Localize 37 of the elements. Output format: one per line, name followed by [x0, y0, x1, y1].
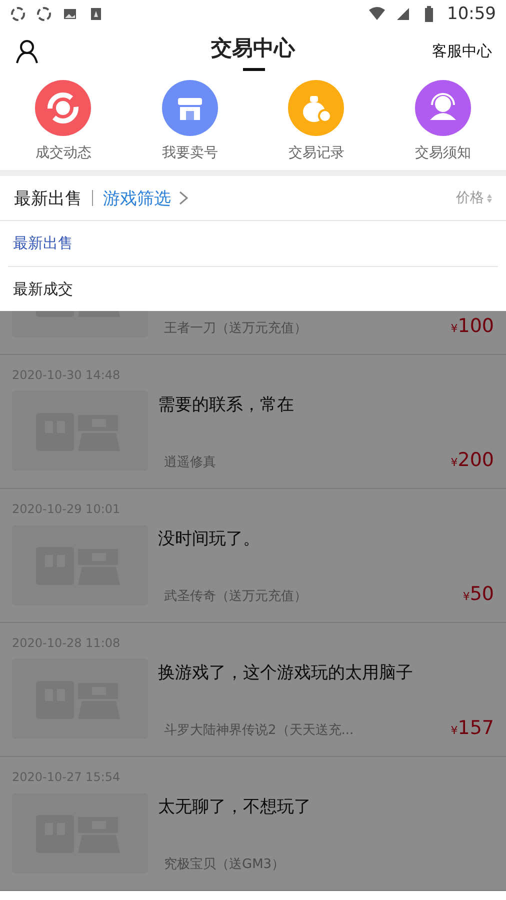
notification-icon [36, 6, 52, 22]
notification-icon [10, 6, 26, 22]
currency-symbol: ¥ [450, 456, 458, 469]
shortcut-button[interactable]: 我要卖号 [126, 80, 253, 162]
listing-price: 100 [458, 315, 494, 337]
game-name: 逍遥修真 [164, 454, 216, 471]
shortcut-button[interactable]: 交易记录 [253, 80, 380, 162]
game-filter-button[interactable]: 游戏筛选 [103, 186, 188, 210]
shortcut-button[interactable]: 成交动态 [0, 80, 126, 162]
wifi-icon [369, 6, 385, 22]
sort-label: 最新出售 [14, 188, 82, 210]
user-icon[interactable] [14, 38, 40, 64]
signal-icon [395, 6, 411, 22]
game-name: 王者一刀（送万元充值） [164, 320, 307, 337]
clock: 10:59 [447, 4, 496, 24]
listing-price: 157 [458, 717, 494, 739]
listing-price: 50 [470, 583, 494, 605]
listing-title: 没时间玩了。 [158, 528, 261, 550]
game-name: 斗罗大陆神界传说2（天天送充... [164, 722, 354, 739]
menu-item[interactable]: 最新出售 [8, 221, 498, 266]
customer-service-link[interactable]: 客服中心 [432, 42, 492, 60]
listing-price: 200 [458, 449, 494, 471]
menu-item[interactable]: 最新成交 [8, 266, 498, 311]
game-name: 武圣传奇（送万元充值） [164, 588, 307, 605]
image-icon [62, 6, 78, 22]
listing-title: 太无聊了，不想玩了 [158, 796, 312, 818]
currency-symbol: ¥ [450, 724, 458, 737]
shortcut-button[interactable]: 交易须知 [380, 80, 506, 162]
currency-symbol: ¥ [462, 590, 470, 603]
listing-title: 换游戏了，这个游戏玩的太用脑子 [158, 662, 414, 684]
chevron-icon [179, 191, 188, 205]
currency-symbol: ¥ [450, 322, 458, 335]
app-icon [88, 6, 104, 22]
page-title: 交易中心 [211, 35, 295, 62]
sort-icon [487, 194, 492, 202]
game-name: 究极宝贝（送GM3） [164, 856, 285, 873]
listing-title: 需要的联系，常在 [158, 394, 295, 416]
